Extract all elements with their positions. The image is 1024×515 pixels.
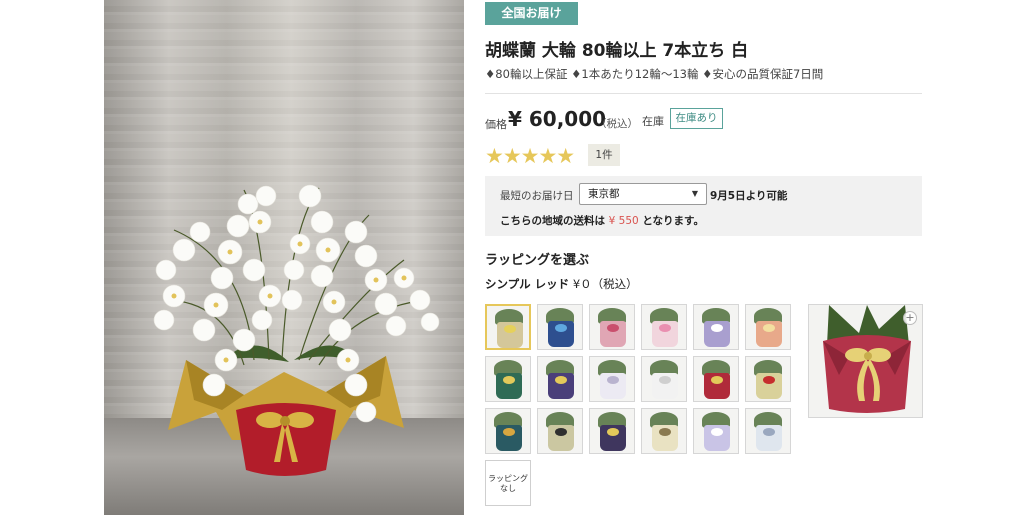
review-count-button[interactable]: 1件 <box>588 144 620 166</box>
swatch-ribbon <box>763 324 775 332</box>
dropdown-arrow-icon: ▼ <box>691 189 698 198</box>
zoom-icon[interactable]: + <box>903 311 917 325</box>
wrapping-swatch[interactable] <box>745 304 791 350</box>
wrapping-heading: ラッピングを選ぶ <box>485 253 590 268</box>
swatch-ribbon <box>659 376 671 384</box>
selected-wrapping: シンプル レッド ¥０（税込） <box>485 276 638 292</box>
earliest-delivery-label: 最短のお届け日 <box>500 190 574 202</box>
swatch-ribbon <box>711 376 723 384</box>
wrapping-swatch[interactable] <box>745 408 791 454</box>
product-features: ♦80輪以上保証 ♦1本あたり12輪～13輪 ♦安心の品質保証7日間 <box>485 67 824 81</box>
wrapping-swatch[interactable] <box>745 356 791 402</box>
no-wrapping-option[interactable]: ラッピング なし <box>485 460 531 506</box>
rating-stars: ★★★★★ <box>485 144 575 168</box>
swatch-ribbon <box>659 428 671 436</box>
swatch-ribbon <box>763 428 775 436</box>
region-select-value: 東京都 <box>588 188 620 200</box>
swatch-ribbon <box>503 376 515 384</box>
stock-status-badge: 在庫あり <box>670 108 723 129</box>
divider <box>485 93 922 94</box>
shipping-fee-text: こちらの地域の送料は ¥ 550 となります。 <box>500 213 704 228</box>
swatch-ribbon <box>607 324 619 332</box>
wrapping-swatch[interactable] <box>641 304 687 350</box>
wrapping-swatch[interactable] <box>641 408 687 454</box>
swatch-ribbon <box>711 324 723 332</box>
product-photo <box>104 0 464 515</box>
swatch-ribbon <box>659 324 671 332</box>
product-title: 胡蝶蘭 大輪 80輪以上 7本立ち 白 <box>485 41 749 61</box>
wrapping-swatch[interactable] <box>693 408 739 454</box>
wrapping-swatch[interactable] <box>485 408 531 454</box>
swatch-ribbon <box>607 376 619 384</box>
wrapping-swatch[interactable] <box>537 304 583 350</box>
shipping-fee-suffix: となります。 <box>642 215 705 227</box>
swatch-ribbon <box>504 325 516 333</box>
price-value: ¥ 60,000 <box>508 107 607 131</box>
wrapping-swatch[interactable] <box>537 408 583 454</box>
swatch-ribbon <box>555 324 567 332</box>
wrapping-swatch[interactable] <box>485 304 531 350</box>
price-label: 価格 <box>485 118 507 131</box>
selected-wrapping-name: シンプル レッド <box>485 277 570 291</box>
wrapping-swatch[interactable] <box>693 356 739 402</box>
swatch-ribbon <box>711 428 723 436</box>
wrapping-preview-image[interactable]: + <box>808 304 923 418</box>
stock-label: 在庫 <box>642 115 664 128</box>
wrapping-swatch[interactable] <box>537 356 583 402</box>
wrapping-swatch[interactable] <box>693 304 739 350</box>
swatch-ribbon <box>607 428 619 436</box>
delivery-panel: 最短のお届け日 東京都 ▼ 9月5日より可能 こちらの地域の送料は ¥ 550 … <box>485 176 922 236</box>
wrapping-swatch[interactable] <box>589 408 635 454</box>
no-wrapping-label-2: なし <box>500 484 516 493</box>
selected-wrapping-price: ¥０（税込） <box>572 277 638 291</box>
shipping-fee-prefix: こちらの地域の送料は <box>500 215 605 227</box>
swatch-ribbon <box>763 376 775 384</box>
wrapping-swatch[interactable] <box>485 356 531 402</box>
shipping-fee-amount: ¥ 550 <box>608 215 639 227</box>
delivery-available-date: 9月5日より可能 <box>710 190 788 202</box>
no-wrapping-label-1: ラッピング <box>488 474 528 483</box>
swatch-ribbon <box>503 428 515 436</box>
nationwide-delivery-badge: 全国お届け <box>485 2 578 25</box>
wrapping-swatch[interactable] <box>589 356 635 402</box>
region-select[interactable]: 東京都 ▼ <box>579 183 707 205</box>
red-pot <box>236 403 336 476</box>
swatch-ribbon <box>555 428 567 436</box>
wrapping-swatch[interactable] <box>641 356 687 402</box>
swatch-ribbon <box>555 376 567 384</box>
wrapping-swatch[interactable] <box>589 304 635 350</box>
orchid-illustration <box>153 184 440 476</box>
tax-label: （税込） <box>596 118 638 130</box>
